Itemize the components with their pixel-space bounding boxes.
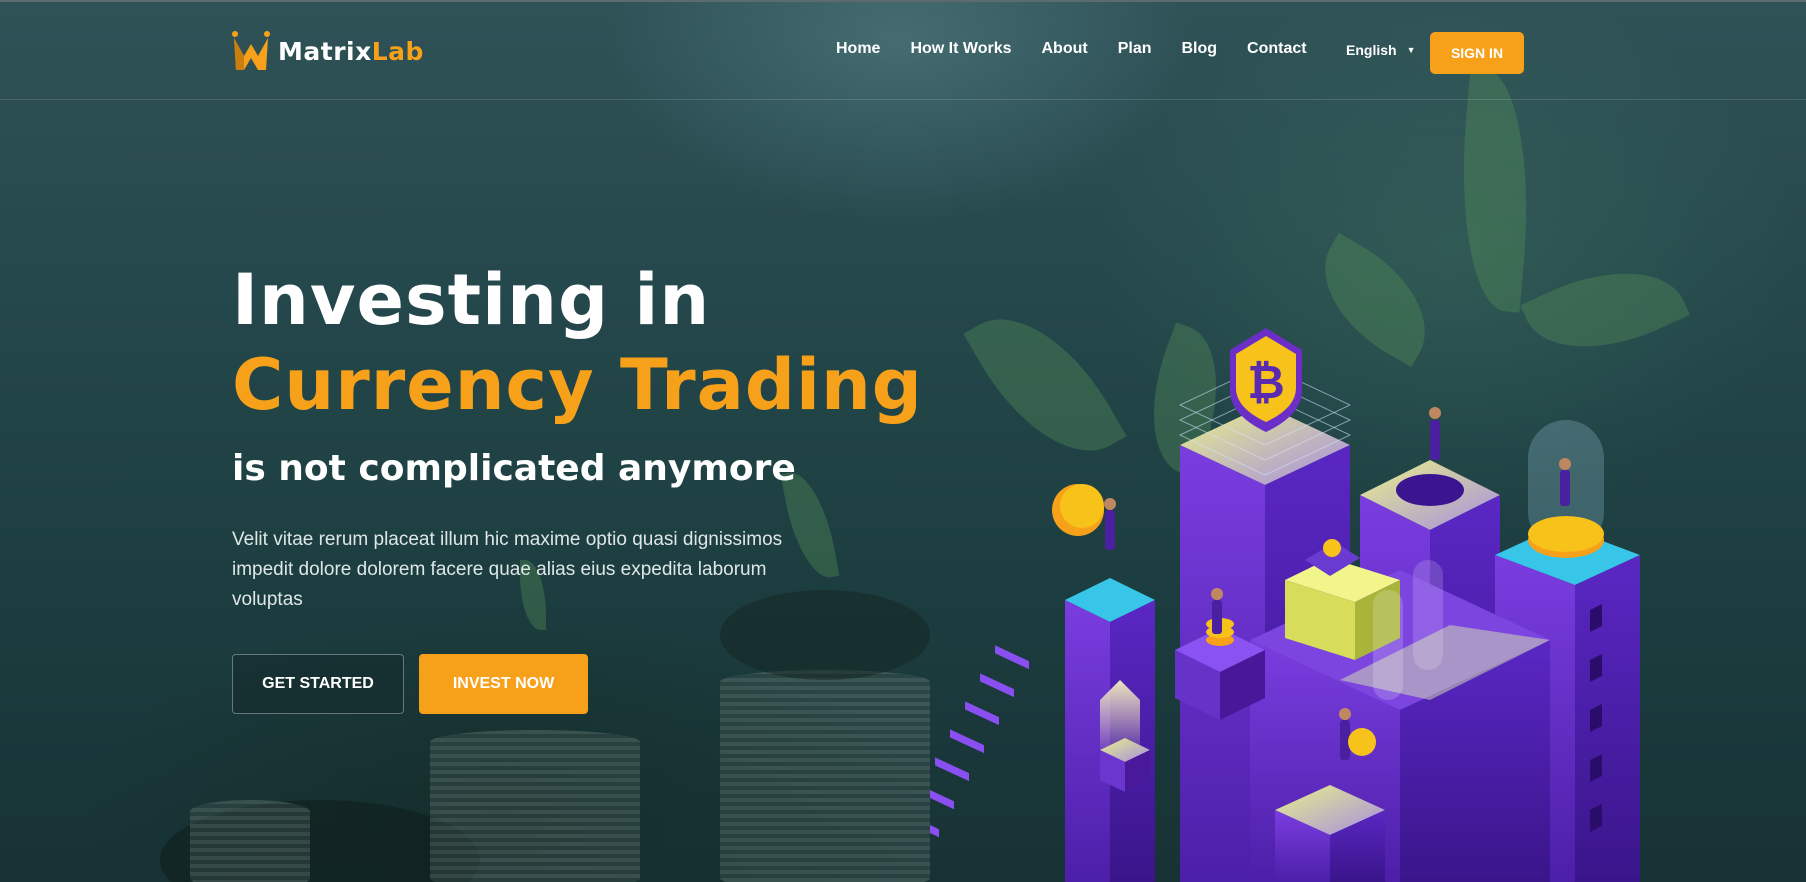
logo-icon xyxy=(232,31,270,70)
hero-section: MatrixLab Home How It Works About Plan B… xyxy=(0,0,1806,882)
nav-about[interactable]: About xyxy=(1042,40,1088,58)
language-select[interactable]: English ▼ xyxy=(1346,42,1415,58)
sign-in-button[interactable]: SIGN IN xyxy=(1430,32,1524,74)
get-started-button[interactable]: GET STARTED xyxy=(232,654,404,714)
logo[interactable]: MatrixLab xyxy=(232,30,424,72)
nav-contact[interactable]: Contact xyxy=(1247,40,1307,58)
nav-how-it-works[interactable]: How It Works xyxy=(910,40,1011,58)
nav-home[interactable]: Home xyxy=(836,40,880,58)
hero-subtitle: is not complicated anymore xyxy=(232,448,796,489)
main-nav: Home How It Works About Plan Blog Contac… xyxy=(836,40,1337,58)
logo-text-matrix: Matrix xyxy=(278,36,372,66)
logo-text-lab: Lab xyxy=(371,36,424,66)
hero-description: Velit vitae rerum placeat illum hic maxi… xyxy=(232,529,783,610)
chevron-down-icon: ▼ xyxy=(1406,45,1416,55)
invest-now-button[interactable]: INVEST NOW xyxy=(419,654,588,714)
svg-text:₿: ₿ xyxy=(1247,355,1285,409)
site-header: MatrixLab Home How It Works About Plan B… xyxy=(0,0,1806,100)
language-label: English xyxy=(1346,42,1397,58)
hero-title-line1: Investing in xyxy=(232,259,711,341)
hero-title-line2: Currency Trading xyxy=(232,344,923,426)
nav-plan[interactable]: Plan xyxy=(1118,40,1152,58)
nav-blog[interactable]: Blog xyxy=(1182,40,1218,58)
crypto-city-illustration: ₿ xyxy=(930,328,1640,882)
